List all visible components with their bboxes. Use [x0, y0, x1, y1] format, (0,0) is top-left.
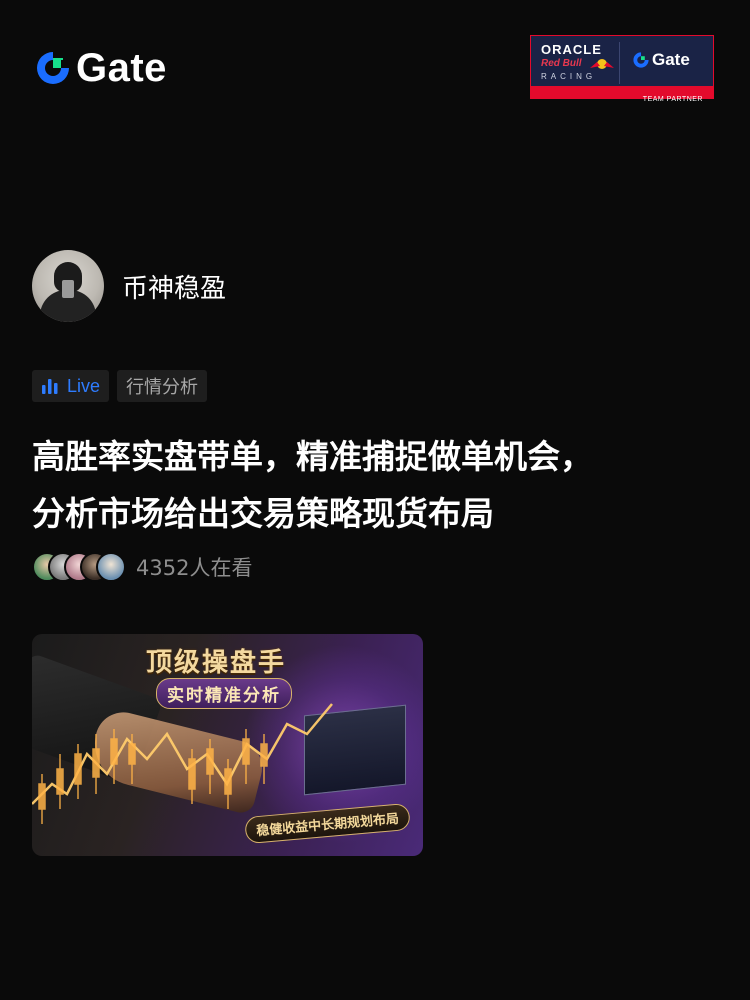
gate-logo[interactable]: Gate	[34, 46, 167, 90]
live-cover-image[interactable]: 顶级操盘手 实时精准分析 稳健收益中长期规划布局	[32, 634, 423, 856]
team-partner-badge[interactable]: ORACLE Red Bull RACING Gate TEAM PARTNER	[530, 35, 714, 103]
partner-oracle-text: ORACLE	[541, 42, 602, 57]
gate-logo-icon	[633, 52, 649, 68]
partner-footer-band: TEAM PARTNER	[531, 86, 713, 103]
partner-footer-text: TEAM PARTNER	[642, 96, 703, 103]
viewer-avatars	[32, 552, 126, 582]
cover-headline: 顶级操盘手	[146, 648, 287, 678]
author-row[interactable]: 币神稳盈	[32, 250, 226, 322]
viewers-row: 4352人在看	[32, 552, 252, 582]
partner-redbull-text: Red Bull	[541, 58, 582, 69]
tag-row: Live 行情分析	[32, 370, 208, 402]
topic-tag[interactable]: 行情分析	[117, 370, 208, 402]
live-tag[interactable]: Live	[32, 370, 110, 402]
avatar-phone-shape	[62, 280, 74, 298]
author-avatar[interactable]	[32, 250, 104, 322]
topic-label: 行情分析	[126, 377, 199, 398]
gate-logo-icon	[37, 52, 69, 84]
partner-racing-text: RACING	[541, 72, 597, 81]
post-title[interactable]: 高胜率实盘带单，精准捕捉做单机会， 分析市场给出交易策略现货布局	[32, 428, 722, 542]
viewer-avatar	[96, 552, 126, 582]
partner-gate-text: Gate	[652, 50, 690, 69]
redbull-bulls-icon	[590, 59, 614, 69]
post-title-line: 高胜率实盘带单，精准捕捉做单机会，	[32, 437, 593, 476]
live-label: Live	[67, 375, 101, 396]
partner-divider	[619, 42, 620, 84]
viewer-count: 4352人在看	[136, 556, 253, 580]
cover-subheadline: 实时精准分析	[156, 678, 292, 709]
brand-name: Gate	[76, 46, 167, 90]
partner-gate-logo: Gate	[632, 50, 690, 70]
bar-chart-icon	[42, 379, 58, 394]
post-title-line: 分析市场给出交易策略现货布局	[32, 494, 494, 533]
author-name[interactable]: 币神稳盈	[122, 268, 226, 305]
